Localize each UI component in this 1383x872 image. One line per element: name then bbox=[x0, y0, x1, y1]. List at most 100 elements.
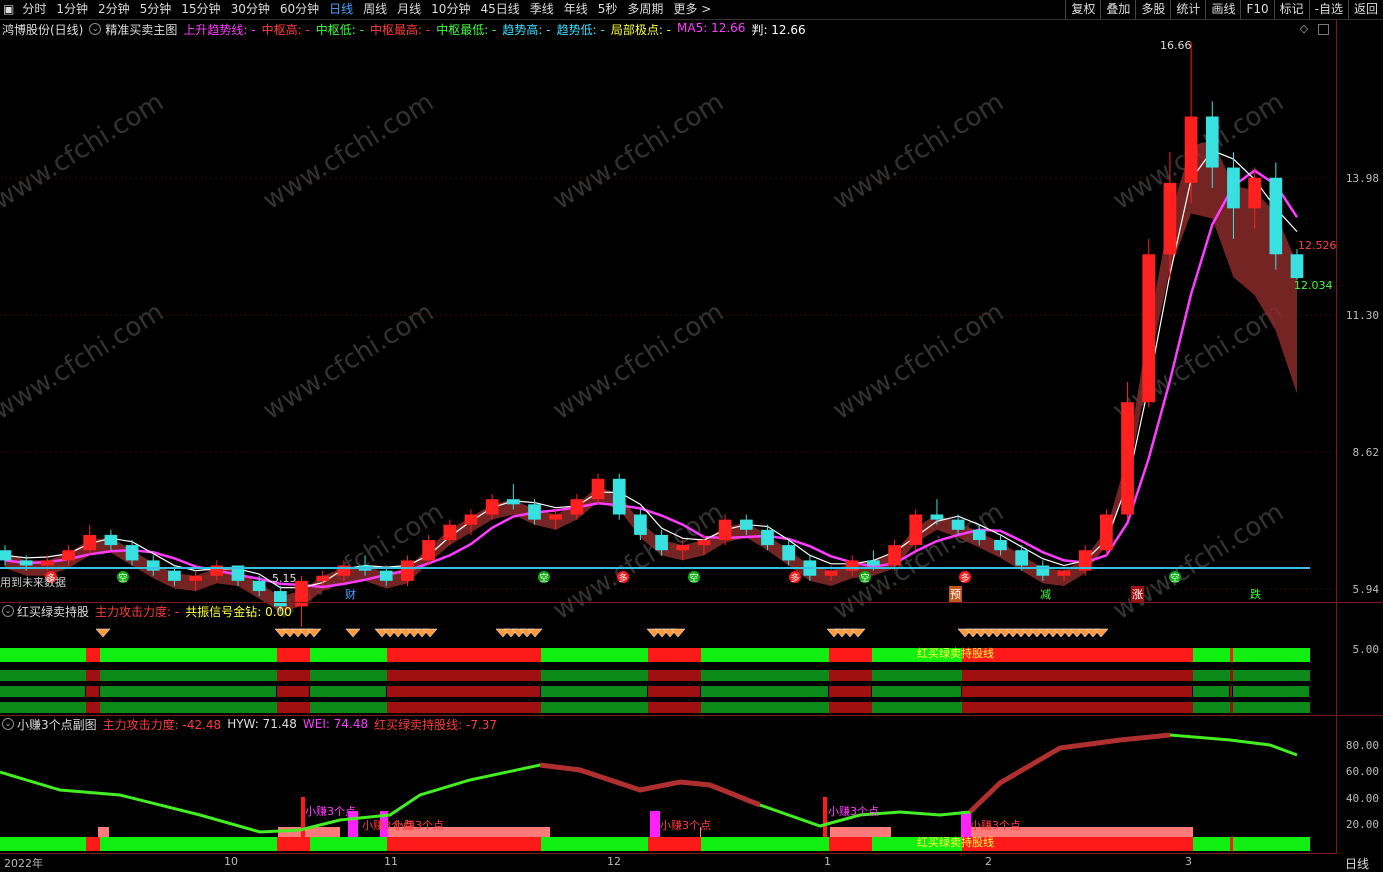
candle-body bbox=[972, 529, 986, 541]
signal-bar bbox=[0, 670, 86, 681]
marker-zhang: 涨 bbox=[1131, 586, 1144, 602]
signal-bar bbox=[1230, 702, 1233, 713]
signal-bar bbox=[387, 702, 541, 713]
candle-body bbox=[1227, 167, 1240, 209]
watermark: www.cfchi.com bbox=[258, 297, 439, 426]
y-tick: 80.00 bbox=[1345, 739, 1379, 752]
signal-bar bbox=[1233, 702, 1310, 713]
x-tick: 1 bbox=[824, 855, 831, 868]
y-tick: 5.94 bbox=[1352, 583, 1380, 596]
sub2-tag: 小赚3个点 bbox=[970, 819, 1021, 832]
y-tick: 20.00 bbox=[1345, 818, 1379, 831]
candle-body bbox=[761, 529, 774, 546]
signal-bar bbox=[701, 686, 828, 697]
signal-bar bbox=[1233, 648, 1310, 662]
sub2-y-axis: 80.00 60.00 40.00 20.00 bbox=[1336, 716, 1383, 854]
watermark: www.cfchi.com bbox=[1108, 497, 1289, 626]
signal-bar bbox=[387, 670, 541, 681]
candle-body bbox=[422, 540, 435, 561]
signal-bar bbox=[310, 686, 386, 697]
chevron-down-icon[interactable]: ⌄ bbox=[2, 718, 14, 730]
y-tick: 13.98 bbox=[1345, 172, 1379, 185]
signal-circle-label: 空 bbox=[860, 572, 869, 584]
signal-bar bbox=[310, 648, 387, 662]
signal-bar bbox=[648, 648, 701, 662]
candle-body bbox=[401, 560, 414, 581]
signal-bar bbox=[701, 837, 829, 851]
candle-body bbox=[994, 540, 1007, 551]
signal-bar bbox=[387, 686, 540, 697]
candle-body bbox=[125, 545, 139, 561]
signal-bar bbox=[829, 670, 872, 681]
x-axis: 2022年 10 11 12 1 2 3 bbox=[0, 853, 1337, 872]
signal-bar bbox=[829, 648, 872, 662]
candle-body bbox=[146, 560, 160, 571]
candle-body bbox=[824, 570, 838, 576]
watermark: www.cfchi.com bbox=[548, 87, 729, 216]
signal-bar bbox=[872, 702, 962, 713]
last-high-label: 12.526 bbox=[1298, 239, 1337, 252]
signal-bar bbox=[1230, 837, 1233, 851]
signal-bar bbox=[86, 702, 100, 713]
signal-bar bbox=[100, 686, 276, 697]
signal-spike bbox=[823, 797, 827, 837]
signal-bar bbox=[277, 837, 310, 851]
signal-bar bbox=[829, 837, 872, 851]
oscillator-line bbox=[0, 733, 1298, 834]
last-low-label: 12.034 bbox=[1294, 279, 1333, 292]
candle-body bbox=[83, 534, 97, 551]
candle-body bbox=[1248, 177, 1261, 209]
sub1-item: 主力攻击力度: - bbox=[95, 604, 180, 619]
candle-body bbox=[1015, 550, 1029, 566]
diamond-icon[interactable]: ◇ bbox=[1299, 23, 1309, 34]
candle-body bbox=[0, 550, 12, 561]
signal-bar bbox=[277, 670, 310, 681]
x-tick: 3 bbox=[1185, 855, 1192, 868]
candle-body bbox=[1057, 570, 1071, 576]
sub1-title[interactable]: 红买绿卖持股 bbox=[17, 603, 89, 620]
signal-circle-label: 空 bbox=[539, 572, 548, 584]
sub2-title[interactable]: 小赚3个点副图 bbox=[17, 716, 97, 733]
signal-circle-label: 多 bbox=[618, 572, 627, 584]
signal-bar bbox=[872, 670, 962, 681]
signal-circle-label: 空 bbox=[1170, 572, 1179, 584]
x-tick: 2 bbox=[985, 855, 992, 868]
x-tick: 11 bbox=[384, 855, 398, 868]
signal-bar bbox=[648, 702, 701, 713]
y-tick: 8.62 bbox=[1352, 446, 1380, 459]
low-price-label: 5.15 bbox=[272, 572, 297, 585]
candle-body bbox=[464, 514, 478, 525]
candle-body bbox=[19, 560, 33, 566]
period-label[interactable]: 日线 bbox=[1345, 855, 1369, 872]
candle-body bbox=[591, 478, 605, 500]
candle-body bbox=[379, 570, 393, 581]
maximize-icon[interactable] bbox=[1318, 24, 1329, 35]
signal-bar bbox=[962, 702, 1193, 713]
oscillator-up bbox=[968, 732, 1171, 814]
watermark: www.cfchi.com bbox=[828, 297, 1009, 426]
chevron-down-icon[interactable]: ⌄ bbox=[2, 605, 14, 617]
candle-body bbox=[1100, 514, 1113, 551]
candle-body bbox=[443, 524, 457, 541]
future-data-note: 用到未来数据 bbox=[0, 576, 66, 589]
signal-bar bbox=[829, 686, 871, 697]
marker-jian: 减 bbox=[1040, 588, 1051, 601]
y-tick: 11.30 bbox=[1345, 309, 1379, 322]
signal-bar bbox=[0, 686, 85, 697]
signal-bar bbox=[0, 648, 86, 662]
diamond-icon bbox=[345, 628, 361, 638]
signal-bar bbox=[648, 670, 701, 681]
signal-bar bbox=[1193, 648, 1230, 662]
sub2-tag: 小赚3个点 bbox=[305, 805, 356, 818]
signal-bar bbox=[701, 702, 829, 713]
watermark: www.cfchi.com bbox=[548, 297, 729, 426]
sub2-tag: 小赚3个点 bbox=[660, 819, 711, 832]
sub2-item: HYW: 71.48 bbox=[227, 717, 297, 731]
signal-bar bbox=[86, 670, 100, 681]
x-tick: 10 bbox=[224, 855, 238, 868]
signal-bar bbox=[701, 648, 829, 662]
signal-bar bbox=[277, 702, 310, 713]
candle-body bbox=[634, 514, 647, 535]
candle-body bbox=[1269, 177, 1283, 255]
signal-bar bbox=[387, 837, 541, 851]
